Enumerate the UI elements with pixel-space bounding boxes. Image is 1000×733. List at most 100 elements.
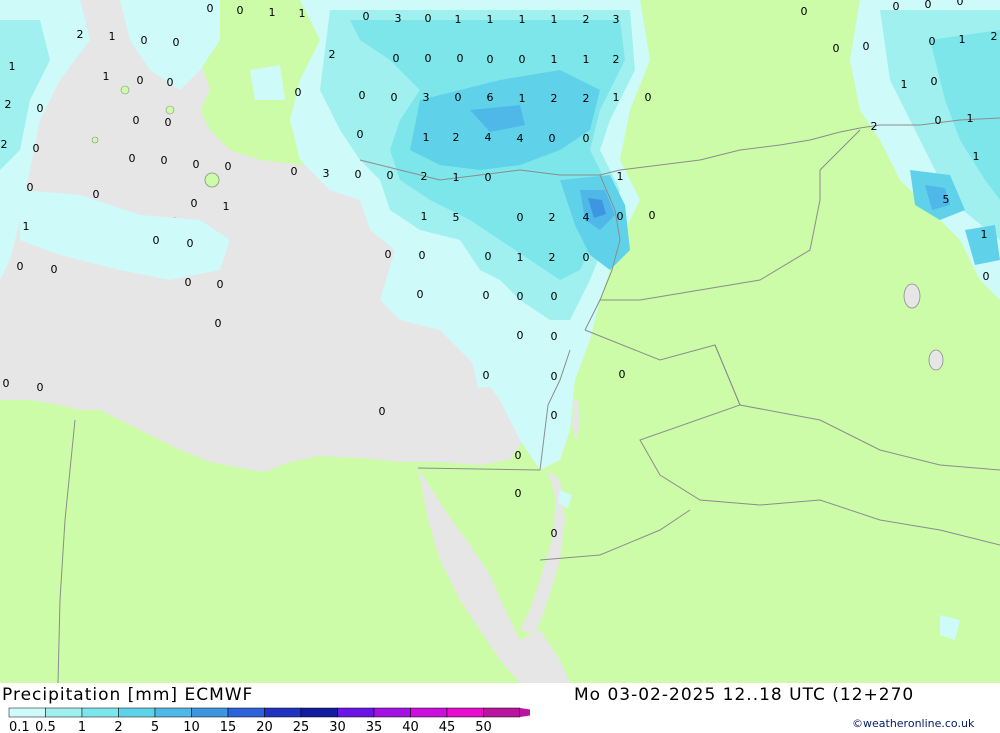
legend-swatch	[264, 707, 302, 718]
precipitation-value: 0	[217, 278, 224, 291]
legend-swatch	[191, 707, 229, 718]
legend-swatch	[337, 707, 375, 718]
precipitation-value: 0	[549, 132, 556, 145]
precipitation-value: 0	[551, 527, 558, 540]
precipitation-value: 0	[153, 234, 160, 247]
precipitation-value: 0	[517, 290, 524, 303]
precipitation-value: 0	[483, 369, 490, 382]
precipitation-value: 0	[417, 288, 424, 301]
precipitation-value: 0	[165, 116, 172, 129]
precipitation-value: 0	[193, 158, 200, 171]
precipitation-value: 0	[551, 330, 558, 343]
legend-tick-label: 45	[439, 720, 456, 733]
precipitation-value: 0	[419, 249, 426, 262]
island	[165, 105, 175, 115]
legend-swatch	[373, 707, 411, 718]
precipitation-value: 4	[485, 131, 492, 144]
legend-tick-label: 10	[183, 720, 200, 733]
precipitation-value: 0	[167, 76, 174, 89]
precipitation-value: 2	[421, 170, 428, 183]
precipitation-value: 6	[487, 91, 494, 104]
precipitation-value: 0	[51, 263, 58, 276]
precipitation-value: 5	[943, 193, 950, 206]
precipitation-value: 0	[215, 317, 222, 330]
precipitation-value: 1	[423, 131, 430, 144]
legend-tick-label: 1	[78, 720, 86, 733]
legend-tick-label: 25	[293, 720, 310, 733]
precipitation-value: 0	[863, 40, 870, 53]
precipitation-value: 0	[551, 409, 558, 422]
precipitation-value: 0	[485, 250, 492, 263]
legend-tick-label: 30	[329, 720, 346, 733]
precipitation-value: 0	[457, 52, 464, 65]
precipitation-value: 0	[379, 405, 386, 418]
precipitation-value: 2	[613, 53, 620, 66]
precipitation-value: 0	[485, 171, 492, 184]
precipitation-value: 1	[613, 91, 620, 104]
precipitation-value: 0	[357, 128, 364, 141]
precipitation-value: 1	[103, 70, 110, 83]
legend-swatch	[8, 707, 46, 718]
precipitation-value: 1	[967, 112, 974, 125]
precipitation-value: 0	[185, 276, 192, 289]
precipitation-value: 2	[453, 131, 460, 144]
precipitation-value: 1	[973, 150, 980, 163]
precipitation-value: 0	[237, 4, 244, 17]
precipitation-value: 0	[619, 368, 626, 381]
precipitation-value: 1	[551, 53, 558, 66]
precipitation-value: 0	[37, 102, 44, 115]
precipitation-map: 0 0 1 1 0 3 0 1 1 1 1 2 32 1 0 02 0 0 0 0 0 1 1 211 0 00 0 0 3 0 6 1 2 2 1…	[0, 0, 1000, 683]
precipitation-value: 1	[519, 92, 526, 105]
precipitation-value: 1	[517, 251, 524, 264]
precipitation-value: 2	[551, 92, 558, 105]
precipitation-value: 0	[161, 154, 168, 167]
precipitation-value: 0	[133, 114, 140, 127]
model-label: ECMWF	[184, 685, 254, 705]
precipitation-value: 0	[3, 377, 10, 390]
product-label: Precipitation [mm]	[2, 685, 179, 705]
precipitation-value: 0	[583, 251, 590, 264]
precipitation-value: 0	[425, 52, 432, 65]
precipitation-value: 0	[551, 370, 558, 383]
precipitation-value: 2	[549, 211, 556, 224]
precipitation-value: 0	[455, 91, 462, 104]
precipitation-value: 0	[801, 5, 808, 18]
precipitation-value: 1	[455, 13, 462, 26]
credit-link[interactable]: ©weatheronline.co.uk	[852, 717, 974, 730]
precipitation-value: 1	[487, 13, 494, 26]
precipitation-value: 0	[387, 169, 394, 182]
precipitation-value: 2	[77, 28, 84, 41]
legend-swatch	[300, 707, 338, 718]
valid-time: Mo 03-02-2025 12..18 UTC (12+270	[574, 685, 915, 705]
legend-footer: Precipitation [mm] ECMWF Mo 03-02-2025 1…	[0, 683, 1000, 733]
precipitation-value: 1	[551, 13, 558, 26]
legend-tick-label: 35	[366, 720, 383, 733]
island	[204, 172, 220, 188]
island	[120, 85, 130, 95]
precipitation-value: 0	[385, 248, 392, 261]
precipitation-value: 1	[9, 60, 16, 73]
precipitation-value: 0	[295, 86, 302, 99]
precipitation-value: 1	[453, 171, 460, 184]
precipitation-value: 0	[129, 152, 136, 165]
precipitation-value: 0	[393, 52, 400, 65]
precipitation-value: 0	[935, 114, 942, 127]
legend-tick-label: 15	[220, 720, 237, 733]
precipitation-value: 0	[517, 329, 524, 342]
legend-swatch	[446, 707, 484, 718]
legend-tick-label: 40	[402, 720, 419, 733]
precipitation-value: 1	[519, 13, 526, 26]
precipitation-value: 2	[329, 48, 336, 61]
precipitation-value: 1	[901, 78, 908, 91]
precipitation-value: 1	[583, 53, 590, 66]
lake	[928, 349, 944, 371]
legend-tick-label: 0.5	[35, 720, 56, 733]
precipitation-value: 0	[931, 75, 938, 88]
precipitation-value: 1	[981, 228, 988, 241]
precipitation-value: 2	[991, 30, 998, 43]
precipitation-value: 0	[515, 449, 522, 462]
precipitation-value: 0	[425, 12, 432, 25]
precipitation-value: 0	[191, 197, 198, 210]
precipitation-value: 0	[207, 2, 214, 15]
precipitation-value: 0	[33, 142, 40, 155]
